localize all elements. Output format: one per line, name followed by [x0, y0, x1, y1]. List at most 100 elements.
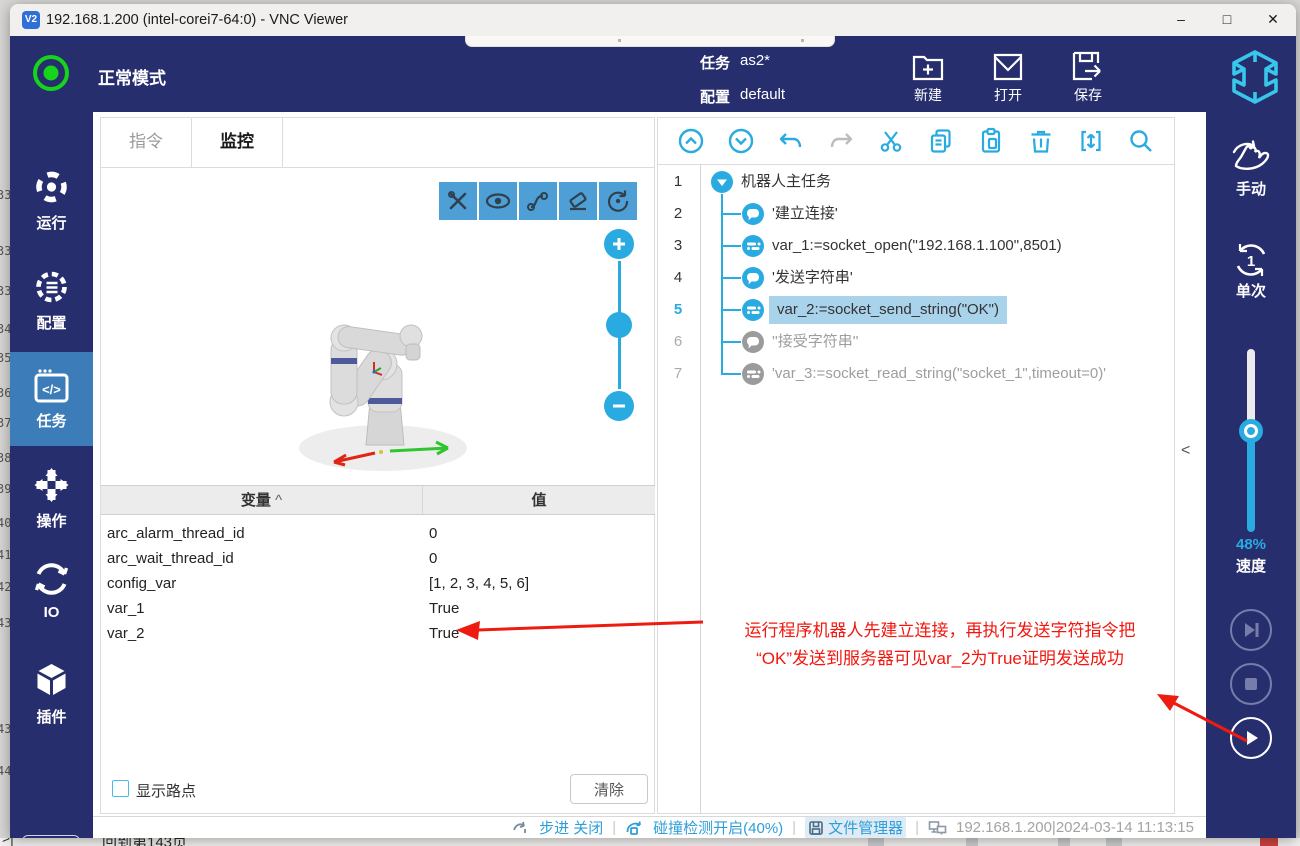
viewport-rotate-reset-button[interactable]: [599, 182, 637, 220]
line-number: 5: [657, 294, 699, 326]
new-task-label: 新建: [893, 85, 963, 105]
copy-button[interactable]: [924, 124, 958, 158]
status-separator: |: [612, 819, 616, 836]
redo-button[interactable]: [824, 124, 858, 158]
manual-mode-icon[interactable]: [1228, 140, 1274, 176]
vnc-toolbar-notch[interactable]: [465, 36, 835, 47]
status-bar: 步进 关闭 | 碰撞检测开启(40%) | 文件管理器 | 192.168.1.…: [93, 816, 1206, 838]
assign-icon[interactable]: [741, 298, 765, 322]
undo-button[interactable]: [774, 124, 808, 158]
move-down-button[interactable]: [724, 124, 758, 158]
robot-3d-view[interactable]: [278, 302, 493, 474]
task-root-icon[interactable]: [710, 170, 734, 194]
save-task-button[interactable]: 保存: [1053, 50, 1123, 105]
program-line-selected[interactable]: var_2:=socket_send_string("OK"): [769, 296, 1007, 324]
viewport-tools-button[interactable]: [439, 182, 477, 220]
program-line-disabled[interactable]: ''接受字符串'': [772, 331, 858, 353]
file-manager-button[interactable]: 文件管理器: [805, 817, 906, 838]
status-separator: |: [915, 819, 919, 836]
collapse-panel-button[interactable]: <: [1181, 442, 1190, 460]
vnc-app-icon: V2: [22, 11, 40, 29]
play-button[interactable]: [1230, 717, 1272, 759]
program-line[interactable]: '发送字符串': [772, 267, 853, 289]
zoom-slider-handle[interactable]: [606, 312, 632, 338]
viewport-trajectory-button[interactable]: [519, 182, 557, 220]
open-task-button[interactable]: 打开: [973, 50, 1043, 105]
manual-mode-label[interactable]: 手动: [1206, 178, 1296, 199]
single-run-label[interactable]: 单次: [1206, 280, 1296, 301]
viewport-eraser-button[interactable]: [559, 182, 597, 220]
window-title: 192.168.1.200 (intel-corei7-64:0) - VNC …: [46, 12, 348, 28]
sidebar-item-jog[interactable]: 操作: [10, 466, 93, 531]
search-button[interactable]: [1124, 124, 1158, 158]
col-value-label: 值: [531, 492, 546, 509]
sidebar-item-plugin[interactable]: 插件: [10, 660, 93, 727]
step-over-button[interactable]: [1230, 609, 1272, 651]
paste-button[interactable]: [974, 124, 1008, 158]
line-number: 3: [657, 230, 699, 262]
speed-slider-handle[interactable]: [1239, 419, 1263, 443]
replace-button[interactable]: [1074, 124, 1108, 158]
stop-button[interactable]: [1230, 663, 1272, 705]
titlebar[interactable]: V2 192.168.1.200 (intel-corei7-64:0) - V…: [10, 4, 1296, 36]
minimize-button[interactable]: –: [1158, 4, 1204, 36]
sidebar-item-run[interactable]: 运行: [10, 168, 93, 233]
var-name: arc_wait_thread_id: [107, 546, 234, 571]
speed-slider-track-lower[interactable]: [1247, 439, 1255, 532]
tab-monitor[interactable]: 监控: [192, 117, 282, 167]
task-label: 任务: [700, 52, 730, 73]
file-manager-label: 文件管理器: [828, 817, 903, 838]
delete-button[interactable]: [1024, 124, 1058, 158]
jog-icon: [10, 466, 93, 504]
comment-icon[interactable]: [741, 202, 765, 226]
save-task-label: 保存: [1053, 85, 1123, 105]
bg-doc-text: 回到第143页: [102, 838, 187, 846]
zoom-out-button[interactable]: [604, 391, 634, 421]
move-up-icon: [676, 126, 706, 156]
open-task-label: 打开: [973, 85, 1043, 105]
task-code-icon: </>: [10, 366, 93, 404]
sidebar-item-config[interactable]: 配置: [10, 268, 93, 333]
program-line-disabled[interactable]: 'var_3:=socket_read_string("socket_1",ti…: [772, 363, 1106, 385]
new-task-button[interactable]: 新建: [893, 50, 963, 105]
right-nav: 手动 1 单次 48% 速度: [1206, 112, 1296, 838]
config-value[interactable]: default: [740, 86, 785, 103]
cut-button[interactable]: [874, 124, 908, 158]
sidebar-item-io[interactable]: IO: [10, 560, 93, 621]
move-up-button[interactable]: [674, 124, 708, 158]
close-button[interactable]: ✕: [1250, 4, 1296, 36]
col-variable-label: 变量: [241, 492, 271, 509]
column-header-variable[interactable]: 变量 ^: [101, 485, 422, 515]
tree-connector: [721, 277, 741, 279]
collision-status[interactable]: 碰撞检测开启(40%): [653, 817, 783, 838]
comment-icon[interactable]: [741, 266, 765, 290]
bg-toolbar-stub: [1106, 838, 1122, 846]
redo-icon: [826, 126, 856, 156]
line-number: 6: [657, 326, 699, 358]
program-line[interactable]: var_1:=socket_open("192.168.1.100",8501): [772, 235, 1062, 257]
step-status[interactable]: 步进 关闭: [539, 817, 603, 838]
task-value[interactable]: as2*: [740, 52, 770, 69]
version-badge: 4B2C: [22, 835, 80, 838]
line-number: 7: [657, 358, 699, 390]
clear-button[interactable]: 清除: [570, 774, 648, 804]
sidebar-item-task[interactable]: </> 任务: [10, 366, 93, 431]
maximize-button[interactable]: □: [1204, 4, 1250, 36]
column-header-value[interactable]: 值: [422, 485, 655, 515]
vnc-window: V2 192.168.1.200 (intel-corei7-64:0) - V…: [10, 4, 1296, 838]
assign-icon-disabled[interactable]: [741, 362, 765, 386]
tree-connector: [721, 245, 741, 247]
show-waypoints-checkbox[interactable]: [112, 780, 129, 797]
program-line[interactable]: 机器人主任务: [741, 171, 831, 193]
program-line[interactable]: '建立连接': [772, 203, 838, 225]
assign-icon[interactable]: [741, 234, 765, 258]
viewport-visibility-button[interactable]: [479, 182, 517, 220]
sidebar-item-label: 配置: [10, 312, 93, 333]
single-run-icon[interactable]: 1: [1231, 240, 1271, 280]
tools-icon: [446, 189, 470, 213]
comment-icon-disabled[interactable]: [741, 330, 765, 354]
network-icon: [928, 820, 947, 836]
cut-icon: [876, 126, 906, 156]
zoom-in-button[interactable]: [604, 229, 634, 259]
tab-instruction[interactable]: 指令: [101, 117, 191, 167]
